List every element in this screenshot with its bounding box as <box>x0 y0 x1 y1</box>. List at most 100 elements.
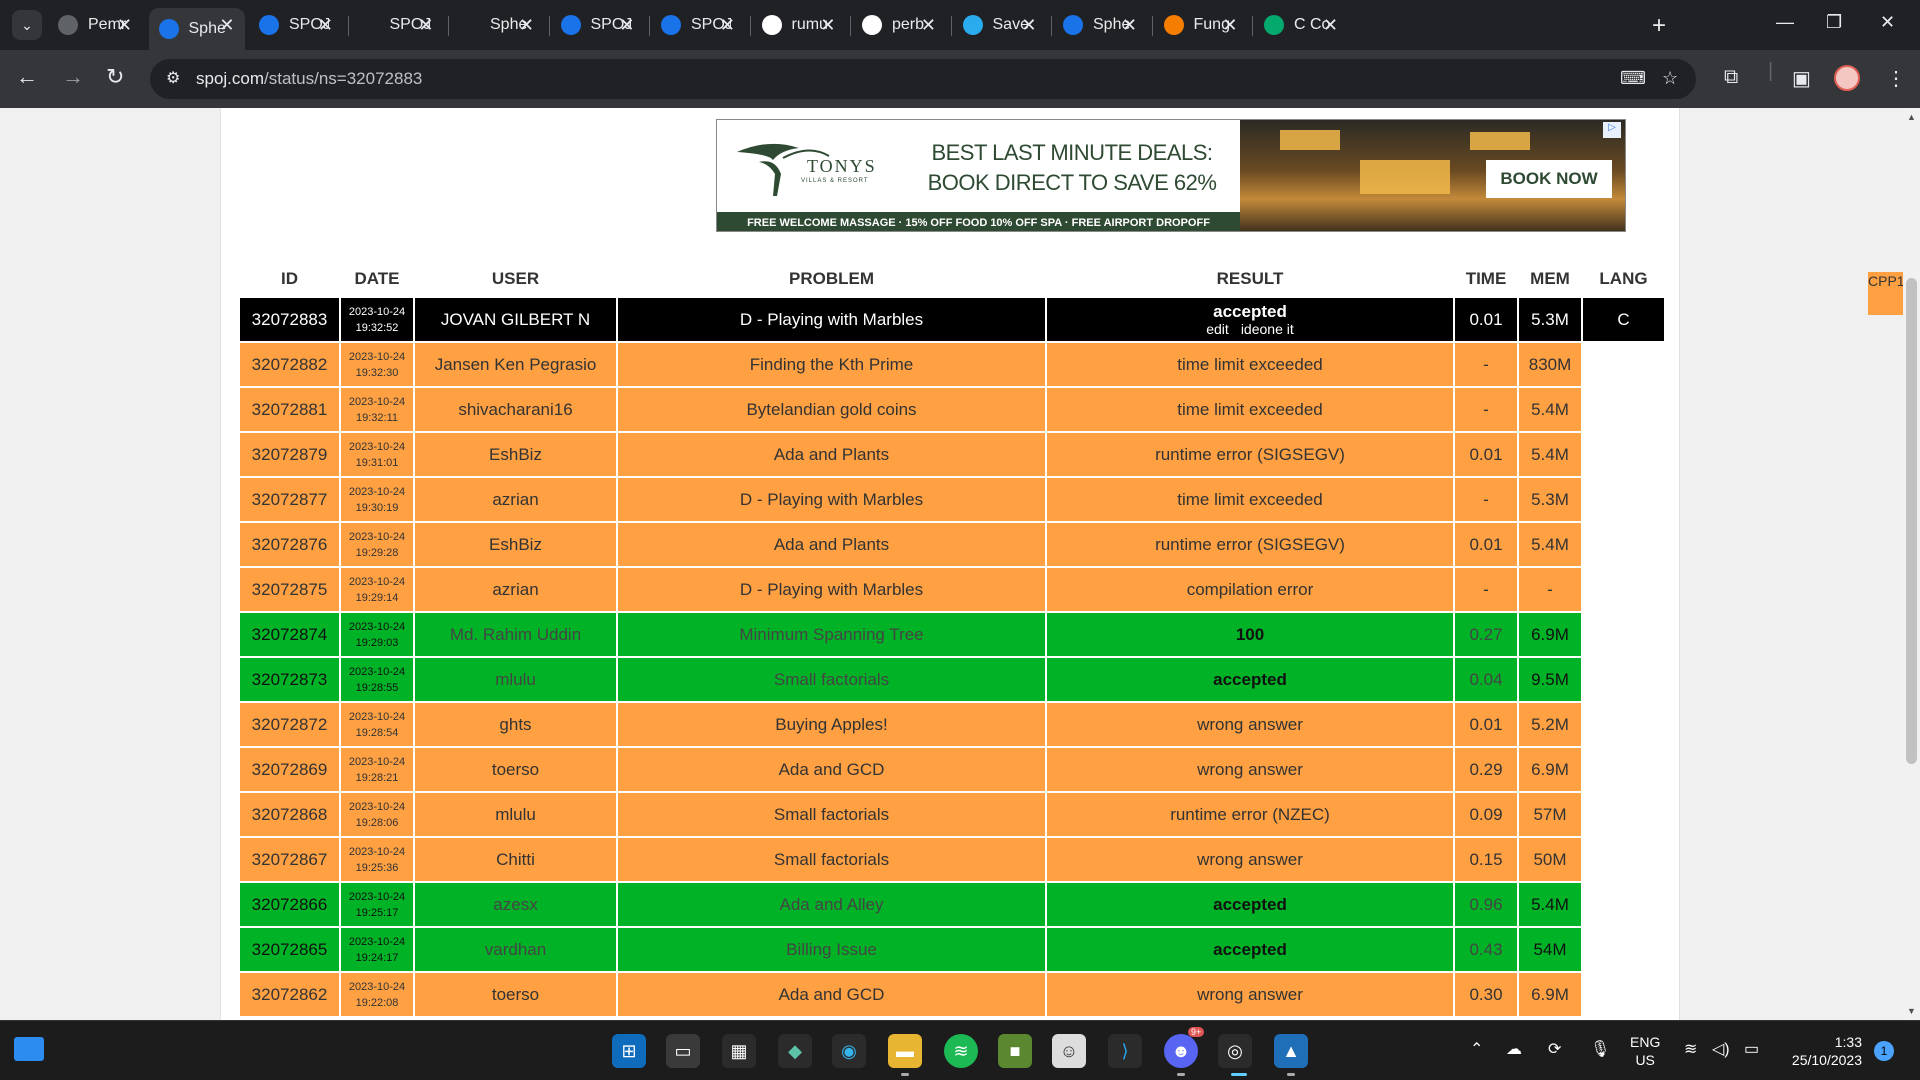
sync-icon[interactable]: ⟳ <box>1548 1039 1561 1059</box>
submission-problem[interactable]: Billing Issue <box>618 928 1045 971</box>
minimize-button[interactable]: — <box>1776 12 1794 33</box>
close-tab-icon[interactable]: ✕ <box>117 15 132 36</box>
browser-tab[interactable]: C Co ✕ <box>1254 8 1348 42</box>
submission-problem[interactable]: D - Playing with Marbles <box>618 478 1045 521</box>
submission-problem[interactable]: Small factorials <box>618 793 1045 836</box>
wifi-icon[interactable]: ≋ <box>1684 1039 1697 1059</box>
translate-icon[interactable]: ⌨ <box>1620 68 1646 89</box>
submission-problem[interactable]: D - Playing with Marbles <box>618 568 1045 611</box>
close-tab-icon[interactable]: ✕ <box>219 15 234 36</box>
submission-user[interactable]: toerso <box>415 973 616 1016</box>
file-explorer-icon[interactable]: ▬ <box>888 1034 922 1068</box>
submission-user[interactable]: azrian <box>415 478 616 521</box>
submission-user[interactable]: Md. Rahim Uddin <box>415 613 616 656</box>
submission-user[interactable]: vardhan <box>415 928 616 971</box>
page-scrollbar[interactable]: ▲ ▼ <box>1903 108 1920 1020</box>
submission-problem[interactable]: Ada and Plants <box>618 433 1045 476</box>
col-header-mem[interactable]: MEM <box>1519 262 1581 296</box>
tab-search-button[interactable]: ⌄ <box>12 10 42 40</box>
browser-tab[interactable]: Sphe ✕ <box>1053 8 1147 42</box>
spotify-icon[interactable]: ≋ <box>944 1034 978 1068</box>
adchoices-icon[interactable]: ▷ <box>1603 122 1621 138</box>
submission-user[interactable]: Jansen Ken Pegrasio <box>415 343 616 386</box>
submission-user[interactable]: toerso <box>415 748 616 791</box>
extensions-icon[interactable]: ⧉ <box>1724 66 1738 89</box>
profile-avatar[interactable] <box>1834 65 1860 91</box>
close-window-button[interactable]: ✕ <box>1880 12 1895 33</box>
more-menu-icon[interactable]: ⋮ <box>1886 66 1906 91</box>
address-bar[interactable]: ⚙ spoj.com/status/ns=32072883 ⌨ ☆ <box>150 59 1696 99</box>
submission-user[interactable]: JOVAN GILBERT N <box>415 298 616 341</box>
submission-problem[interactable]: Buying Apples! <box>618 703 1045 746</box>
col-header-result[interactable]: RESULT <box>1047 262 1453 296</box>
discord-icon[interactable]: ☻ <box>1164 1034 1198 1068</box>
vscode-icon[interactable]: ⟩ <box>1108 1034 1142 1068</box>
close-tab-icon[interactable]: ✕ <box>418 15 433 36</box>
submission-user[interactable]: Chitti <box>415 838 616 881</box>
submission-problem[interactable]: D - Playing with Marbles <box>618 298 1045 341</box>
book-now-button[interactable]: BOOK NOW <box>1486 160 1612 198</box>
browser-tab[interactable]: SPOJ ✕ <box>350 8 444 42</box>
side-panel-icon[interactable]: ▣ <box>1792 66 1811 91</box>
submission-user[interactable]: ghts <box>415 703 616 746</box>
submission-problem[interactable]: Small factorials <box>618 658 1045 701</box>
tray-overflow-icon[interactable]: ⌃ <box>1470 1039 1483 1059</box>
widgets-icon[interactable] <box>14 1037 44 1061</box>
store-icon[interactable]: ▦ <box>722 1034 756 1068</box>
browser-tab[interactable]: rumu ✕ <box>752 8 846 42</box>
browser-tab[interactable]: Save ✕ <box>953 8 1047 42</box>
submission-problem[interactable]: Ada and GCD <box>618 748 1045 791</box>
submission-user[interactable]: shivacharani16 <box>415 388 616 431</box>
edit-link[interactable]: edit <box>1206 321 1229 337</box>
photos-icon[interactable]: ▲ <box>1274 1034 1308 1068</box>
col-header-user[interactable]: USER <box>415 262 616 296</box>
site-info-icon[interactable]: ⚙ <box>166 68 180 88</box>
browser-tab[interactable]: perb ✕ <box>852 8 946 42</box>
col-header-problem[interactable]: PROBLEM <box>618 262 1045 296</box>
restore-button[interactable]: ❐ <box>1826 12 1842 33</box>
col-header-date[interactable]: DATE <box>341 262 413 296</box>
close-tab-icon[interactable]: ✕ <box>720 15 735 36</box>
submission-user[interactable]: EshBiz <box>415 433 616 476</box>
battery-icon[interactable]: ▭ <box>1744 1039 1759 1059</box>
close-tab-icon[interactable]: ✕ <box>318 15 333 36</box>
submission-problem[interactable]: Small factorials <box>618 838 1045 881</box>
submission-problem[interactable]: Ada and Alley <box>618 883 1045 926</box>
url-text[interactable]: spoj.com/status/ns=32072883 <box>196 69 422 89</box>
browser-tab[interactable]: Fung ✕ <box>1154 8 1248 42</box>
input-language[interactable]: ENG US <box>1630 1033 1660 1069</box>
game-icon[interactable]: ☺ <box>1052 1034 1086 1068</box>
close-tab-icon[interactable]: ✕ <box>820 15 835 36</box>
close-tab-icon[interactable]: ✕ <box>1222 15 1237 36</box>
new-tab-button[interactable]: + <box>1652 12 1666 40</box>
bookmark-star-icon[interactable]: ☆ <box>1662 68 1678 89</box>
col-header-lang[interactable]: LANG <box>1583 262 1664 296</box>
col-header-time[interactable]: TIME <box>1455 262 1517 296</box>
submission-problem[interactable]: Ada and Plants <box>618 523 1045 566</box>
minecraft-icon[interactable]: ■ <box>998 1034 1032 1068</box>
close-tab-icon[interactable]: ✕ <box>1323 15 1338 36</box>
browser-tab[interactable]: Sphe ✕ <box>148 8 245 50</box>
submission-problem[interactable]: Bytelandian gold coins <box>618 388 1045 431</box>
reload-button[interactable]: ↻ <box>106 64 124 90</box>
app-icon[interactable]: ◆ <box>778 1034 812 1068</box>
scroll-down-arrow-icon[interactable]: ▼ <box>1907 1006 1916 1016</box>
col-header-id[interactable]: ID <box>240 262 339 296</box>
edge-icon[interactable]: ◉ <box>832 1034 866 1068</box>
back-button[interactable]: ← <box>16 64 38 90</box>
browser-tab[interactable]: SPOJ ✕ <box>551 8 645 42</box>
task-view-icon[interactable]: ▭ <box>666 1034 700 1068</box>
submission-user[interactable]: azrian <box>415 568 616 611</box>
close-tab-icon[interactable]: ✕ <box>619 15 634 36</box>
submission-problem[interactable]: Finding the Kth Prime <box>618 343 1045 386</box>
forward-button[interactable]: → <box>62 64 84 90</box>
close-tab-icon[interactable]: ✕ <box>519 15 534 36</box>
onedrive-icon[interactable]: ☁ <box>1506 1039 1522 1059</box>
submission-user[interactable]: EshBiz <box>415 523 616 566</box>
scrollbar-thumb[interactable] <box>1906 278 1917 764</box>
browser-tab[interactable]: SPOJ ✕ <box>651 8 745 42</box>
submission-user[interactable]: mlulu <box>415 658 616 701</box>
notification-badge[interactable]: 1 <box>1874 1041 1894 1061</box>
close-tab-icon[interactable]: ✕ <box>921 15 936 36</box>
browser-tab[interactable]: SPOJ ✕ <box>249 8 343 42</box>
